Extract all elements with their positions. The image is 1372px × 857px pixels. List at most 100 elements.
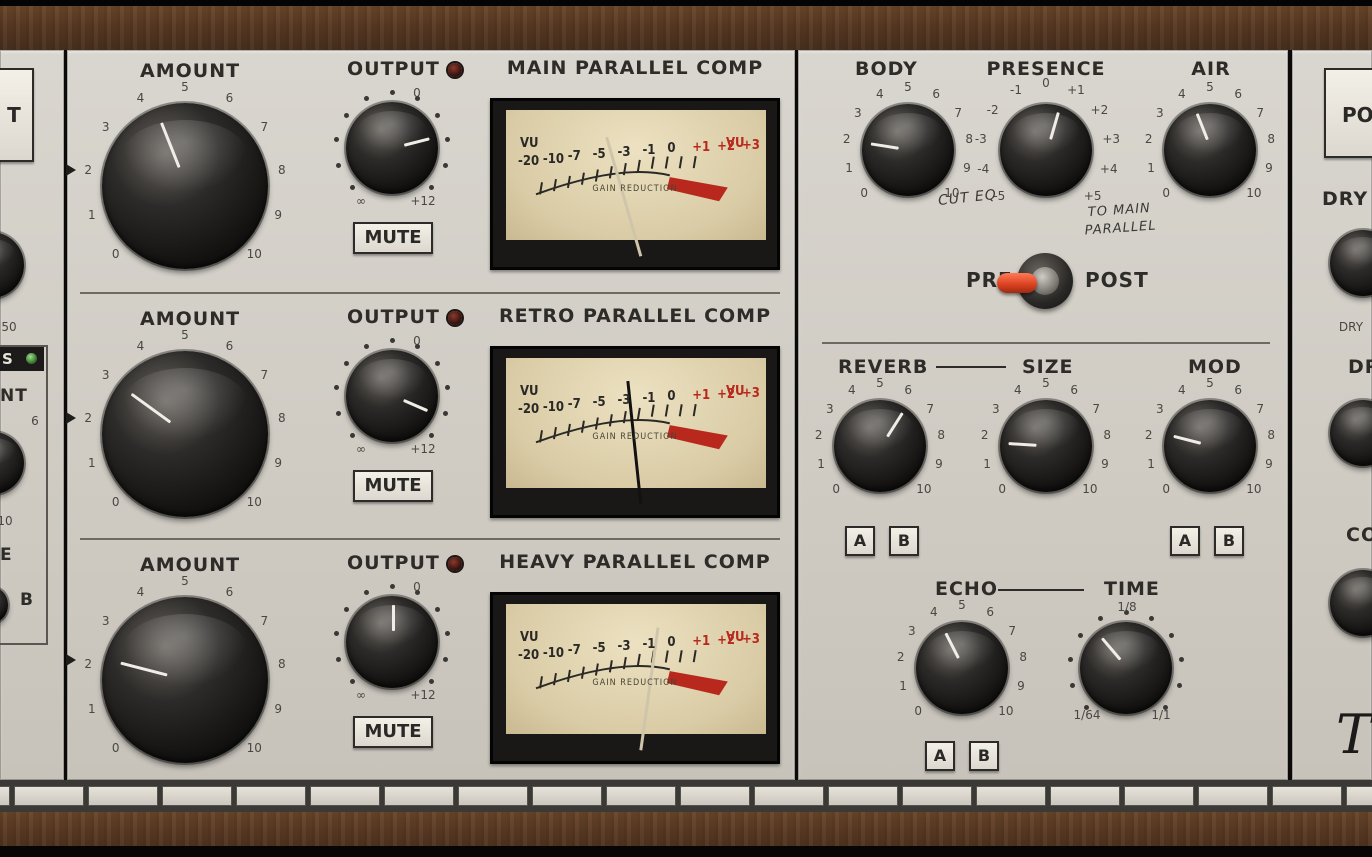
- vu-scale-label: -3: [617, 393, 631, 409]
- body-tick-label: 2: [842, 132, 851, 147]
- amount-tick-label: 4: [136, 90, 145, 105]
- amount-tick-label: 7: [260, 120, 269, 135]
- mod-tick-label: 0: [1162, 481, 1170, 496]
- time-knob[interactable]: [1080, 622, 1172, 714]
- reverb-a-button[interactable]: A: [845, 526, 875, 556]
- rail-block: [14, 786, 84, 806]
- amount-knob[interactable]: [102, 351, 268, 517]
- air-tick-label: 10: [1246, 185, 1262, 200]
- rail-block: [1124, 786, 1194, 806]
- vu-meter: VU VU -20 -10 -7 -5 -3 -1 0 +1 +2 +3 GAIN REDUCTION: [490, 98, 780, 270]
- mute-button[interactable]: MUTE: [353, 222, 433, 254]
- mod-a-button[interactable]: A: [1170, 526, 1200, 556]
- mod-knob[interactable]: [1164, 400, 1256, 492]
- mute-button-label: MUTE: [364, 227, 422, 248]
- amount-tick-label: 0: [111, 741, 120, 756]
- size-tick-label: 5: [1042, 376, 1050, 390]
- pre-post-switch[interactable]: [997, 253, 1073, 309]
- mod-b-button[interactable]: B: [1214, 526, 1244, 556]
- output-tick-dot: [434, 360, 440, 366]
- output-tick-dot: [344, 606, 350, 612]
- echo-b-button[interactable]: B: [969, 741, 999, 771]
- vu-scale-label: -7: [567, 149, 581, 165]
- amount-knob[interactable]: [102, 597, 268, 763]
- mute-button-label: MUTE: [364, 721, 422, 742]
- body-label: BODY: [855, 58, 918, 80]
- amount-label: AMOUNT: [140, 60, 241, 82]
- output-tick-dot: [349, 185, 355, 191]
- amount-tick-label: 1: [87, 208, 96, 223]
- right-dry-label: DRY: [1322, 188, 1369, 210]
- air-knob[interactable]: [1164, 104, 1256, 196]
- amount-tick-label: 2: [84, 410, 93, 425]
- vu-scale-label: -20: [518, 153, 540, 169]
- echo-line: [998, 589, 1084, 591]
- time-tick-dot: [1078, 632, 1084, 638]
- output-tick-dot: [442, 410, 448, 416]
- time-tick-dot: [1098, 615, 1104, 621]
- mute-button[interactable]: MUTE: [353, 716, 433, 748]
- output-tick-dot: [344, 112, 350, 118]
- air-tick-label: 8: [1267, 132, 1276, 147]
- presence-knob[interactable]: [1000, 104, 1092, 196]
- left-strip-button[interactable]: T: [0, 68, 34, 162]
- mute-button[interactable]: MUTE: [353, 470, 433, 502]
- knob-highlight: [845, 409, 915, 450]
- presence-tick-label: +1: [1067, 83, 1085, 98]
- size-tick-label: 9: [1101, 457, 1109, 472]
- amount-tick-label: 3: [101, 368, 110, 383]
- size-tick-label: 8: [1103, 428, 1112, 443]
- presence-tick-label: -2: [986, 103, 999, 118]
- output-knob[interactable]: [346, 102, 438, 194]
- right-strip-button[interactable]: PO: [1324, 68, 1372, 158]
- echo-tick-label: 7: [1008, 623, 1016, 638]
- size-knob[interactable]: [1000, 400, 1092, 492]
- rail-block: [384, 786, 454, 806]
- output-knob[interactable]: [346, 350, 438, 442]
- time-tick-dot: [1148, 615, 1154, 621]
- to-main-parallel-note: TO MAIN PARALLEL: [1084, 200, 1157, 239]
- echo-knob[interactable]: [916, 622, 1008, 714]
- time-tick-dot: [1068, 656, 1074, 662]
- knob-highlight: [1175, 409, 1245, 450]
- time-tick-label: 1/1: [1151, 708, 1171, 722]
- switch-lever[interactable]: [997, 273, 1037, 293]
- left-strip-tick-10: 10: [0, 514, 13, 528]
- amount-knob[interactable]: [102, 103, 268, 269]
- rail-block: [1346, 786, 1372, 806]
- left-strip-tick-6: 6: [31, 414, 39, 428]
- air-tick-label: 9: [1265, 161, 1273, 176]
- vu-scale-label: +3: [742, 137, 760, 153]
- vu-scale-label: -20: [518, 401, 540, 417]
- knob-highlight: [357, 111, 427, 152]
- reverb-knob[interactable]: [834, 400, 926, 492]
- body-knob[interactable]: [862, 104, 954, 196]
- amount-tick-label: 3: [101, 120, 110, 135]
- reverb-tick-label: 7: [926, 401, 934, 416]
- vu-scale-label: +3: [742, 631, 760, 647]
- echo-a-button[interactable]: A: [925, 741, 955, 771]
- output-tick-dot: [389, 337, 395, 343]
- output-tick-dot: [389, 583, 395, 589]
- time-tick-label: 1/64: [1073, 708, 1101, 722]
- output-tick-label: +12: [410, 194, 436, 208]
- air-tick-label: 4: [1178, 86, 1186, 101]
- body-tick-label: 7: [954, 105, 962, 120]
- vu-scale-label: -1: [642, 390, 656, 406]
- rail-block: [1272, 786, 1342, 806]
- amount-tick-label: 5: [181, 80, 189, 94]
- reverb-label: REVERB: [838, 356, 929, 378]
- output-tick-label: ∞: [356, 442, 366, 456]
- output-label: OUTPUT: [347, 552, 440, 574]
- output-tick-dot: [364, 589, 370, 595]
- vu-scale-label: -1: [642, 636, 656, 652]
- output-tick-dot: [444, 136, 450, 142]
- amount-tick-label: 10: [246, 247, 262, 262]
- left-strip-tick-50: 50: [1, 320, 17, 334]
- output-knob[interactable]: [346, 596, 438, 688]
- output-tick-dot: [442, 656, 448, 662]
- bottom-rail: [0, 780, 1372, 812]
- rail-block: [976, 786, 1046, 806]
- reverb-b-button[interactable]: B: [889, 526, 919, 556]
- amount-tick-label: 1: [87, 702, 96, 717]
